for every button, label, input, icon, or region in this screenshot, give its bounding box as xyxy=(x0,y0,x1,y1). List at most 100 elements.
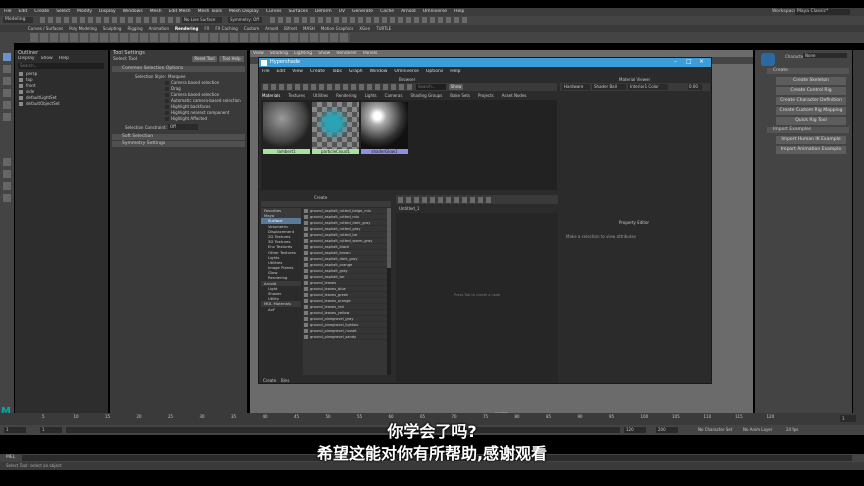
shelf-tab[interactable]: Rigging xyxy=(127,26,142,31)
paint-select-icon[interactable] xyxy=(3,77,11,85)
shelf-tab[interactable]: XGen xyxy=(359,26,370,31)
import-example-button[interactable]: Import Human IK Example xyxy=(776,136,846,144)
node-graph[interactable]: Press Tab to create a node xyxy=(396,213,558,383)
shelf-tab[interactable]: Custom xyxy=(244,26,259,31)
create-section-header[interactable]: Create xyxy=(767,68,849,74)
select-tool-icon[interactable] xyxy=(3,53,11,61)
hypershade-menu-item[interactable]: Edit xyxy=(277,69,286,74)
node-list-scrollbar[interactable] xyxy=(387,208,391,375)
rotate-tool-icon[interactable] xyxy=(3,101,11,109)
soft-selection-section[interactable]: Soft Selection xyxy=(112,134,245,140)
lasso-tool-icon[interactable] xyxy=(3,65,11,73)
viewport-menu-item[interactable]: Shading xyxy=(270,51,288,56)
shelf-tab[interactable]: Curves / Surfaces xyxy=(28,26,63,31)
shelf-tab[interactable]: Rendering xyxy=(175,26,198,31)
create-bottom-tab[interactable]: Create xyxy=(263,378,276,383)
create-rig-button[interactable]: Create Character Definition xyxy=(776,97,846,105)
material-swatch[interactable]: shaderGlow1 xyxy=(361,102,408,155)
menu-uv[interactable]: UV xyxy=(339,9,345,14)
menu-modify[interactable]: Modify xyxy=(77,9,92,14)
menu-create[interactable]: Create xyxy=(34,9,49,14)
create-rig-button[interactable]: Quick Rig Tool xyxy=(776,117,846,125)
viewer-renderer-dropdown[interactable]: Hardware xyxy=(562,84,590,90)
selection-constraint-dropdown[interactable]: Off xyxy=(168,124,198,130)
scale-tool-icon[interactable] xyxy=(3,113,11,121)
shelf-tab[interactable]: Sculpting xyxy=(103,26,122,31)
bins-bottom-tab[interactable]: Bins xyxy=(281,378,289,383)
hypershade-menu-item[interactable]: View xyxy=(292,69,303,74)
viewport-menu-item[interactable]: Renderer xyxy=(336,51,357,56)
viewer-shape-dropdown[interactable]: Shader Ball xyxy=(592,84,626,90)
outliner-search[interactable]: Search... xyxy=(18,63,104,69)
browser-tab[interactable]: Utilities xyxy=(313,93,328,98)
shelf-tab[interactable]: TURTLE xyxy=(376,26,391,31)
viewport-menu-item[interactable]: Panels xyxy=(363,51,377,56)
hypershade-menu-item[interactable]: Help xyxy=(450,69,460,74)
menu-file[interactable]: File xyxy=(4,9,12,14)
symmetry-dropdown[interactable]: Symmetry: Off xyxy=(228,17,262,23)
browser-tab[interactable]: Asset Nodes xyxy=(502,93,527,98)
minimize-icon[interactable]: – xyxy=(674,58,677,65)
menu-select[interactable]: Select xyxy=(56,9,70,14)
menu-generate[interactable]: Generate xyxy=(352,9,373,14)
show-button[interactable]: Show xyxy=(449,84,463,90)
viewport-menu-item[interactable]: View xyxy=(253,51,264,56)
close-icon[interactable]: × xyxy=(699,58,704,65)
hypershade-menu-item[interactable]: Window xyxy=(370,69,388,74)
mode-dropdown[interactable]: Modeling xyxy=(3,17,33,23)
menu-mesh[interactable]: Mesh xyxy=(150,9,162,14)
move-tool-icon[interactable] xyxy=(3,89,11,97)
viewer-value-field[interactable]: 0.00 xyxy=(688,84,702,90)
outliner-menu-item[interactable]: Display xyxy=(18,56,35,61)
shelf-tab[interactable]: Poly Modeling xyxy=(69,26,97,31)
shelf-tab[interactable]: FX Caching xyxy=(215,26,237,31)
create-search[interactable] xyxy=(261,201,391,207)
menu-edit[interactable]: Edit xyxy=(19,9,28,14)
shelf-tab[interactable]: Animation xyxy=(149,26,169,31)
live-surface-field[interactable]: No Live Surface xyxy=(182,17,222,23)
browser-tab[interactable]: Materials xyxy=(262,93,280,98)
browser-tab[interactable]: Rendering xyxy=(336,93,356,98)
menu-curves[interactable]: Curves xyxy=(266,9,282,14)
create-node-item[interactable]: ground_pinegravel_sandy xyxy=(303,334,387,340)
menu-display[interactable]: Display xyxy=(99,9,116,14)
menu-edit-mesh[interactable]: Edit Mesh xyxy=(169,9,191,14)
material-swatch[interactable]: lambert1 xyxy=(263,102,310,155)
menu-cache[interactable]: Cache xyxy=(380,9,394,14)
create-rig-button[interactable]: Create Skeleton xyxy=(776,77,846,85)
shelf-tab[interactable]: MASH xyxy=(303,26,315,31)
browser-tab[interactable]: Projects xyxy=(478,93,494,98)
menu-omniverse[interactable]: Omniverse xyxy=(423,9,447,14)
menu-windows[interactable]: Windows xyxy=(123,9,143,14)
menu-mesh-display[interactable]: Mesh Display xyxy=(229,9,259,14)
menu-surfaces[interactable]: Surfaces xyxy=(288,9,308,14)
viewport-menu-item[interactable]: Show xyxy=(318,51,330,56)
create-rig-button[interactable]: Create Custom Rig Mapping xyxy=(776,107,846,115)
outliner-menu-item[interactable]: Help xyxy=(59,56,69,61)
browser-tab[interactable]: Textures xyxy=(288,93,305,98)
create-rig-button[interactable]: Create Control Rig xyxy=(776,87,846,95)
layout-four-icon[interactable] xyxy=(3,170,11,178)
workspace-dropdown[interactable]: Maya Classic* xyxy=(795,8,850,15)
hypershade-menu-item[interactable]: Graph xyxy=(349,69,363,74)
menu-deform[interactable]: Deform xyxy=(315,9,332,14)
shelf-tab[interactable]: Motion Graphics xyxy=(321,26,354,31)
create-category-item[interactable]: AxF xyxy=(261,307,301,312)
hypershade-menu-item[interactable]: Omniverse xyxy=(394,69,418,74)
viewer-env-dropdown[interactable]: Interior1 Color xyxy=(628,84,668,90)
selection-style-radio[interactable]: Marquee xyxy=(168,74,185,79)
browser-search[interactable]: Search... xyxy=(416,84,446,90)
browser-tab[interactable]: Bake Sets xyxy=(450,93,470,98)
selection-option-checkbox[interactable]: Highlight Affected xyxy=(165,116,245,122)
layout-outliner-icon[interactable] xyxy=(3,194,11,202)
graph-tab[interactable]: Untitled_1 xyxy=(399,206,419,211)
outliner-menu-item[interactable]: Show xyxy=(41,56,53,61)
import-section-header[interactable]: Import Examples xyxy=(767,127,849,133)
hypershade-menu-item[interactable]: File xyxy=(262,69,270,74)
hypershade-menu-item[interactable]: Options xyxy=(426,69,443,74)
character-dropdown[interactable]: None xyxy=(803,53,847,58)
shelf-tab[interactable]: Bifrost xyxy=(284,26,297,31)
browser-tab[interactable]: Cameras xyxy=(385,93,403,98)
shelf-tab[interactable]: FX xyxy=(204,26,209,31)
hypershade-menu-item[interactable]: Create xyxy=(310,69,325,74)
